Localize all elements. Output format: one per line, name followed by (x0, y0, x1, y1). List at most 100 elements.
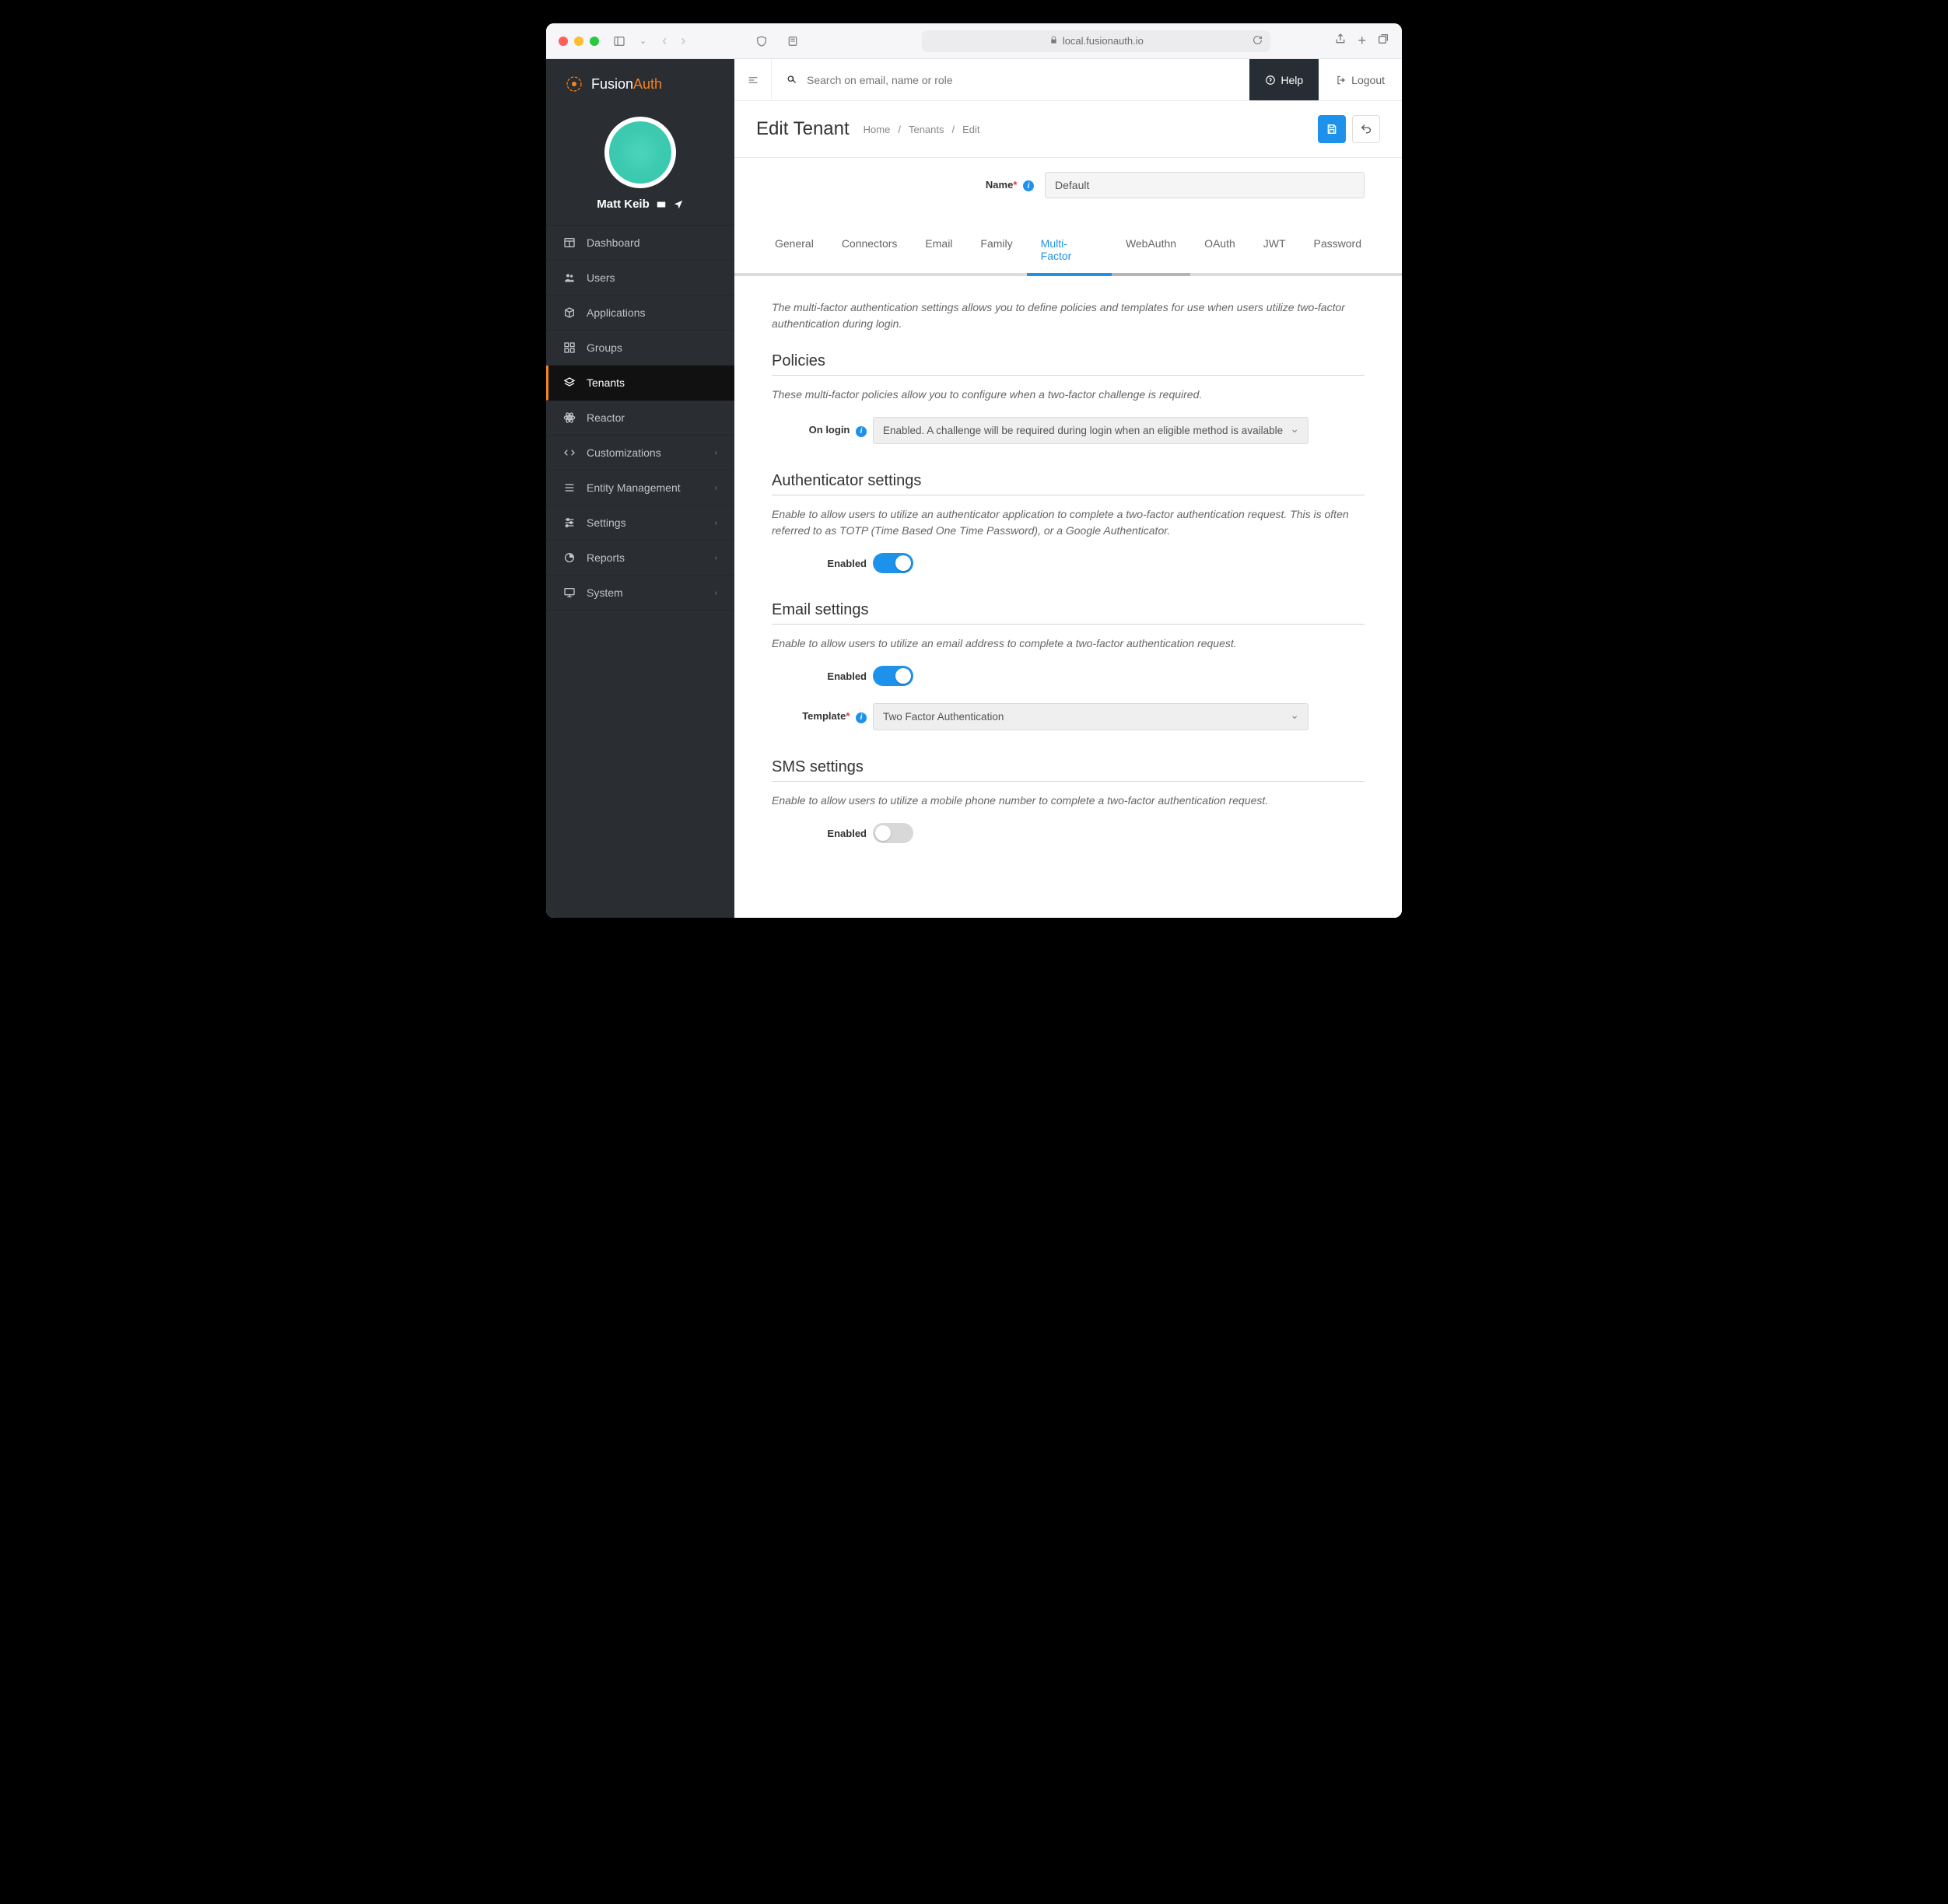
tab-password[interactable]: Password (1300, 229, 1375, 273)
email-template-select[interactable]: Two Factor Authentication (873, 703, 1309, 730)
nav-label: Settings (587, 516, 626, 529)
reactor-icon (563, 411, 576, 424)
nav-label: Users (587, 271, 615, 284)
tab-oauth[interactable]: OAuth (1190, 229, 1249, 273)
section-desc: Enable to allow users to utilize an emai… (772, 635, 1365, 652)
crumb-home[interactable]: Home (864, 124, 891, 135)
nav-reports[interactable]: Reports ‹ (546, 541, 734, 576)
info-icon[interactable]: i (856, 712, 867, 723)
browser-window: ⌄ ‹ › local.fusionauth.io + (546, 23, 1402, 918)
tab-jwt[interactable]: JWT (1249, 229, 1300, 273)
location-arrow-icon (673, 199, 684, 210)
tabs-overview-icon[interactable] (1377, 33, 1389, 49)
nav-applications[interactable]: Applications (546, 296, 734, 331)
policies-section: Policies These multi-factor policies all… (772, 352, 1365, 444)
section-title: Email settings (772, 601, 1365, 625)
code-icon (563, 446, 576, 459)
close-window-button[interactable] (559, 37, 568, 46)
url-text: local.fusionauth.io (1063, 35, 1144, 47)
shield-icon[interactable] (751, 30, 773, 52)
nav-groups[interactable]: Groups (546, 331, 734, 366)
brand-logo[interactable]: FusionAuth (546, 59, 734, 109)
nav-label: System (587, 586, 623, 599)
nav-dashboard[interactable]: Dashboard (546, 226, 734, 261)
sidebar-toggle-icon[interactable] (608, 30, 630, 52)
back-button[interactable] (1352, 115, 1380, 143)
section-title: Policies (772, 352, 1365, 376)
help-icon (1265, 75, 1276, 86)
lock-icon (1049, 35, 1058, 47)
nav-entity-management[interactable]: Entity Management ‹ (546, 471, 734, 506)
authenticator-enabled-toggle[interactable] (873, 553, 913, 573)
section-desc: Enable to allow users to utilize a mobil… (772, 793, 1365, 809)
help-button[interactable]: Help (1249, 59, 1319, 100)
collapse-sidebar-button[interactable] (734, 59, 772, 100)
authenticator-section: Authenticator settings Enable to allow u… (772, 472, 1365, 573)
nav-label: Customizations (587, 446, 661, 459)
share-icon[interactable] (1334, 33, 1347, 49)
tab-email[interactable]: Email (911, 229, 966, 273)
tab-intro: The multi-factor authentication settings… (772, 299, 1365, 332)
section-title: Authenticator settings (772, 472, 1365, 495)
monitor-icon (563, 586, 576, 599)
nav-customizations[interactable]: Customizations ‹ (546, 436, 734, 471)
address-bar[interactable]: local.fusionauth.io (922, 30, 1270, 52)
chevron-left-icon: ‹ (715, 449, 717, 457)
logo-text: FusionAuth (591, 76, 662, 93)
username: Matt Keib (597, 198, 650, 211)
tab-multi-factor[interactable]: Multi-Factor (1027, 229, 1112, 273)
logo-icon (565, 75, 583, 93)
minimize-window-button[interactable] (574, 37, 583, 46)
dashboard-icon (563, 236, 576, 249)
nav-label: Applications (587, 306, 646, 319)
main-content: Help Logout Edit Tenant Home / Tenants /… (734, 59, 1402, 918)
nav-users[interactable]: Users (546, 261, 734, 296)
logout-icon (1336, 75, 1347, 86)
nav-label: Entity Management (587, 481, 681, 494)
cube-icon (563, 306, 576, 319)
on-login-label: On login i (772, 424, 873, 437)
topbar: Help Logout (734, 59, 1402, 101)
nav-settings[interactable]: Settings ‹ (546, 506, 734, 541)
reader-icon[interactable] (782, 30, 804, 52)
nav-forward-icon[interactable]: › (681, 33, 685, 49)
info-icon[interactable]: i (1023, 180, 1034, 191)
tab-general[interactable]: General (761, 229, 828, 273)
nav-system[interactable]: System ‹ (546, 576, 734, 611)
enabled-label: Enabled (772, 558, 873, 569)
new-tab-icon[interactable]: + (1358, 33, 1366, 49)
page-title: Edit Tenant (756, 118, 850, 140)
refresh-icon[interactable] (1253, 35, 1263, 47)
window-controls (559, 37, 599, 46)
search-icon (786, 74, 797, 86)
on-login-select[interactable]: Enabled. A challenge will be required du… (873, 417, 1309, 444)
name-label: Name* i (734, 179, 1034, 192)
sliders-icon (563, 516, 576, 529)
nav-back-icon[interactable]: ‹ (662, 33, 667, 49)
user-profile[interactable]: Matt Keib (546, 109, 734, 225)
crumb-tenants[interactable]: Tenants (909, 124, 944, 135)
tabs: General Connectors Email Family Multi-Fa… (734, 212, 1402, 276)
search-input[interactable] (807, 74, 1235, 86)
sms-enabled-toggle[interactable] (873, 823, 913, 843)
avatar (604, 117, 676, 188)
tab-connectors[interactable]: Connectors (828, 229, 912, 273)
logout-button[interactable]: Logout (1319, 59, 1402, 100)
email-enabled-toggle[interactable] (873, 666, 913, 686)
tab-family[interactable]: Family (966, 229, 1026, 273)
chevron-left-icon: ‹ (715, 589, 717, 597)
info-icon[interactable]: i (856, 426, 867, 437)
crumb-current: Edit (962, 124, 979, 135)
chevron-down-icon[interactable]: ⌄ (639, 36, 646, 46)
tenant-name-input[interactable] (1045, 172, 1365, 198)
tab-webauthn[interactable]: WebAuthn (1112, 229, 1190, 273)
maximize-window-button[interactable] (590, 37, 599, 46)
undo-icon (1360, 123, 1372, 135)
save-button[interactable] (1318, 115, 1346, 143)
layers-icon (563, 376, 576, 389)
nav-tenants[interactable]: Tenants (546, 366, 734, 401)
chevron-left-icon: ‹ (715, 554, 717, 562)
nav-label: Reactor (587, 411, 625, 424)
nav-reactor[interactable]: Reactor (546, 401, 734, 436)
chevron-left-icon: ‹ (715, 519, 717, 527)
